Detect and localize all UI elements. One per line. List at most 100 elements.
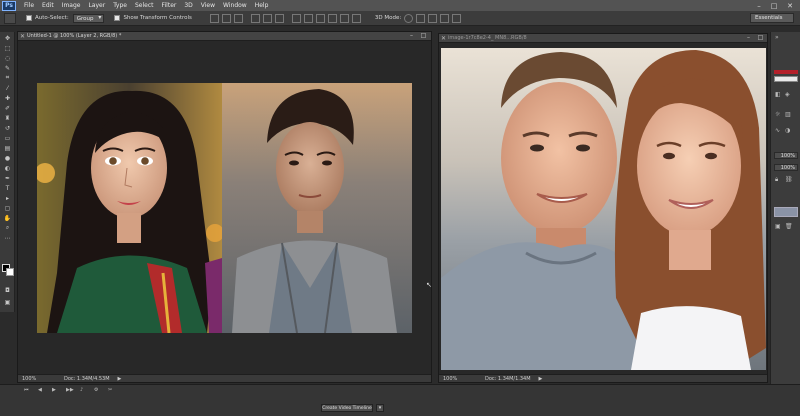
auto-select-dropdown[interactable]: Group [72, 13, 105, 23]
document-1-statusbar: 100% Doc: 1.34M/4.53M ▶ [18, 374, 431, 382]
path-select-icon[interactable]: ▸ [2, 194, 13, 202]
screen-mode-icon[interactable]: ▣ [2, 298, 13, 306]
align-middle-icon[interactable] [221, 13, 231, 23]
settings-icon[interactable]: ⚙ [94, 387, 100, 393]
clone-stamp-icon[interactable]: ♜ [2, 114, 13, 122]
crop-tool-icon[interactable]: ⌗ [2, 74, 13, 82]
maximize-document-icon[interactable]: □ [757, 35, 764, 41]
close-document-icon[interactable]: ✕ [20, 33, 25, 40]
history-brush-icon[interactable]: ↺ [2, 124, 13, 132]
status-menu-icon[interactable]: ▶ [118, 376, 122, 382]
background-color-swatch[interactable] [6, 268, 14, 276]
canvas-area-2[interactable] [439, 44, 767, 374]
shape-tool-icon[interactable]: ▢ [2, 204, 13, 212]
adjustments-icon[interactable]: ◧ [775, 92, 781, 98]
color-swatch-red[interactable] [774, 70, 798, 74]
zoom-tool-icon[interactable]: ⌕ [2, 224, 13, 232]
split-icon[interactable]: ✂ [108, 387, 114, 393]
layer-thumbnail[interactable] [774, 207, 798, 217]
quick-select-icon[interactable]: ✎ [2, 64, 13, 72]
blur-tool-icon[interactable]: ● [2, 154, 13, 162]
dodge-tool-icon[interactable]: ◐ [2, 164, 13, 172]
document-1-titlebar[interactable]: ✕ Untitled-1 @ 100% (Layer 2, RGB/8) * –… [18, 32, 431, 41]
minimize-document-icon[interactable]: – [745, 35, 752, 41]
styles-icon[interactable]: ◈ [785, 92, 791, 98]
show-transform-checkbox[interactable] [114, 15, 121, 21]
document-2-titlebar[interactable]: ✕ image-1r7c8e2-4_ MN8...RGB/8 – □ [439, 34, 767, 43]
delete-layer-icon[interactable]: 🗑︎ [785, 224, 793, 230]
first-frame-icon[interactable]: ⏮ [24, 387, 30, 393]
pen-tool-icon[interactable]: ✒ [2, 174, 13, 182]
3d-slide-icon[interactable] [440, 13, 450, 23]
distribute-middle-icon[interactable] [303, 13, 313, 23]
create-video-timeline-button[interactable]: Create Video Timeline [321, 404, 373, 412]
distribute-bottom-icon[interactable] [315, 13, 325, 23]
menu-layer[interactable]: Layer [88, 2, 105, 9]
canvas-area-1[interactable] [18, 42, 431, 374]
extra-tools-icon[interactable]: ⋯ [2, 234, 13, 242]
menu-filter[interactable]: Filter [162, 2, 177, 9]
type-tool-icon[interactable]: T [2, 184, 13, 192]
maximize-document-icon[interactable]: □ [420, 33, 427, 39]
3d-scale-icon[interactable] [452, 13, 462, 23]
link-icon[interactable]: ⛓ [785, 177, 793, 183]
3d-rotate-icon[interactable] [404, 13, 414, 23]
gradient-tool-icon[interactable]: ▤ [2, 144, 13, 152]
move-tool-icon[interactable] [4, 12, 16, 24]
distribute-center-icon[interactable] [339, 13, 349, 23]
menu-3d[interactable]: 3D [184, 2, 192, 9]
menu-view[interactable]: View [201, 2, 215, 9]
distribute-left-icon[interactable] [327, 13, 337, 23]
3d-pan-icon[interactable] [428, 13, 438, 23]
brightness-icon[interactable]: ☼ [775, 112, 781, 118]
align-top-icon[interactable] [209, 13, 219, 23]
color-swatch-white[interactable] [774, 76, 798, 82]
quick-mask-icon[interactable]: ◘ [2, 286, 13, 294]
zoom-level[interactable]: 100% [443, 376, 459, 382]
marquee-tool-icon[interactable]: ⬚ [2, 44, 13, 52]
move-tool-icon[interactable]: ✥ [2, 34, 13, 42]
next-frame-icon[interactable]: ▶▶ [66, 387, 74, 393]
opacity-field[interactable]: 100% [774, 152, 798, 159]
exposure-icon[interactable]: ◑ [785, 128, 791, 134]
fill-field[interactable]: 100% [774, 164, 798, 171]
hand-tool-icon[interactable]: ✋ [2, 214, 13, 222]
minimize-document-icon[interactable]: – [408, 33, 415, 39]
align-center-icon[interactable] [262, 13, 272, 23]
levels-icon[interactable]: ▥ [785, 112, 791, 118]
chevron-down-icon[interactable]: ▾ [376, 404, 384, 412]
3d-roll-icon[interactable] [416, 13, 426, 23]
menu-image[interactable]: Image [62, 2, 81, 9]
panel-collapse-icon[interactable]: » [775, 35, 781, 41]
curves-icon[interactable]: ∿ [775, 128, 781, 134]
lock-icon[interactable]: 🔒︎ [775, 177, 781, 183]
menu-select[interactable]: Select [135, 2, 154, 9]
minimize-icon[interactable]: – [752, 0, 766, 11]
healing-brush-icon[interactable]: ✚ [2, 94, 13, 102]
close-document-icon[interactable]: ✕ [441, 35, 446, 42]
eyedropper-icon[interactable]: ⁄ [2, 84, 13, 92]
new-layer-icon[interactable]: ▣ [775, 224, 781, 230]
menu-window[interactable]: Window [223, 2, 247, 9]
menu-file[interactable]: File [24, 2, 34, 9]
menu-help[interactable]: Help [255, 2, 269, 9]
close-icon[interactable]: ✕ [783, 0, 797, 11]
align-left-icon[interactable] [250, 13, 260, 23]
workspace-dropdown[interactable]: Essentials [750, 13, 794, 23]
maximize-icon[interactable]: □ [767, 0, 781, 11]
menu-edit[interactable]: Edit [42, 2, 54, 9]
lasso-tool-icon[interactable]: ◌ [2, 54, 13, 62]
eraser-icon[interactable]: ▭ [2, 134, 13, 142]
status-menu-icon[interactable]: ▶ [539, 376, 543, 382]
audio-icon[interactable]: ♪ [80, 387, 86, 393]
brush-tool-icon[interactable]: ✐ [2, 104, 13, 112]
distribute-right-icon[interactable] [351, 13, 361, 23]
align-right-icon[interactable] [274, 13, 284, 23]
auto-select-checkbox[interactable] [26, 15, 32, 21]
prev-frame-icon[interactable]: ◀ [38, 387, 44, 393]
align-bottom-icon[interactable] [233, 13, 243, 23]
play-icon[interactable]: ▶ [52, 387, 58, 393]
menu-type[interactable]: Type [113, 2, 127, 9]
zoom-level[interactable]: 100% [22, 376, 38, 382]
distribute-top-icon[interactable] [291, 13, 301, 23]
